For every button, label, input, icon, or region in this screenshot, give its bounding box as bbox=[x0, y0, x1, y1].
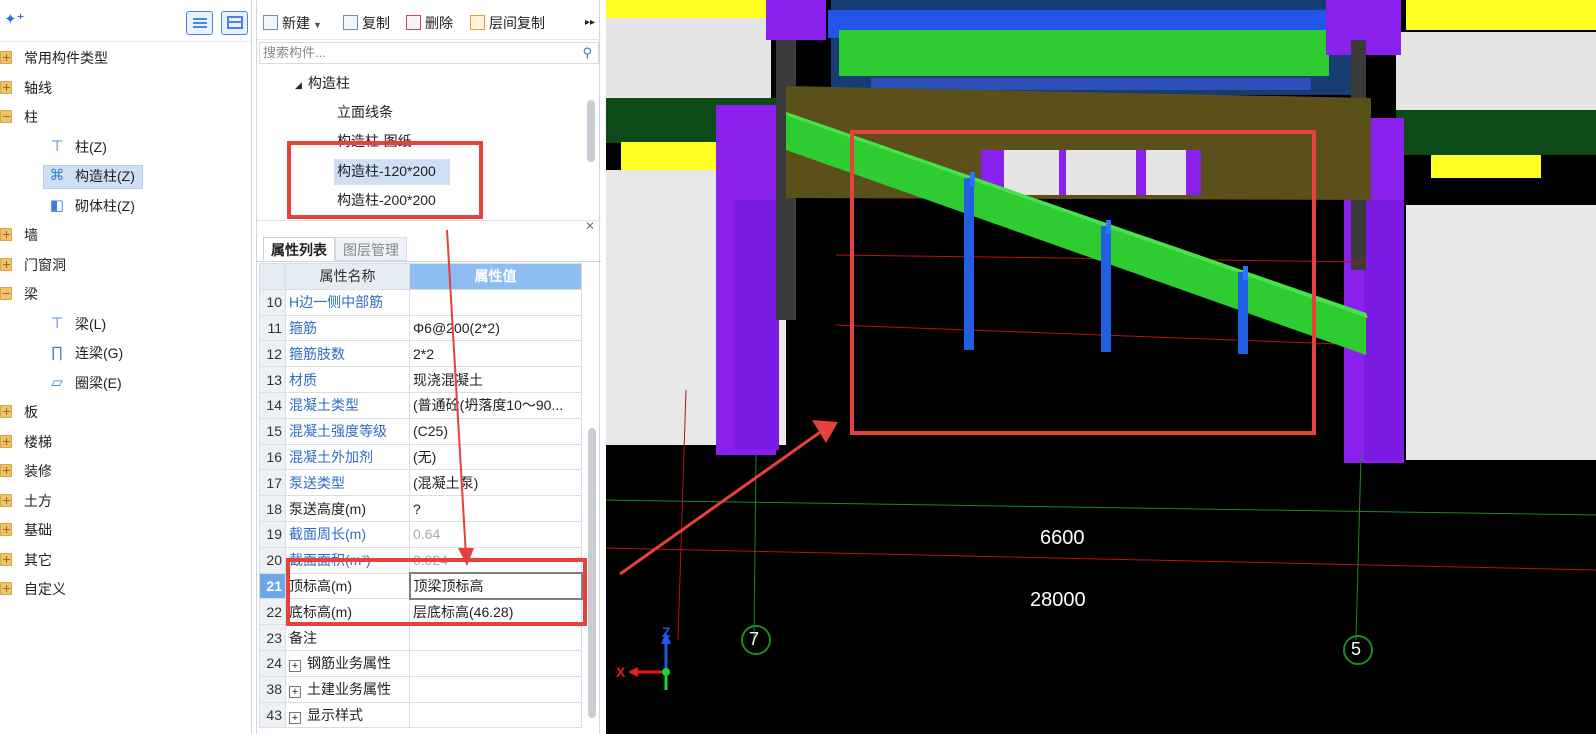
annotation-arrows bbox=[446, 229, 838, 576]
annotation-arrow-down bbox=[446, 229, 467, 557]
annotation-arrow-diagonal bbox=[619, 426, 827, 576]
